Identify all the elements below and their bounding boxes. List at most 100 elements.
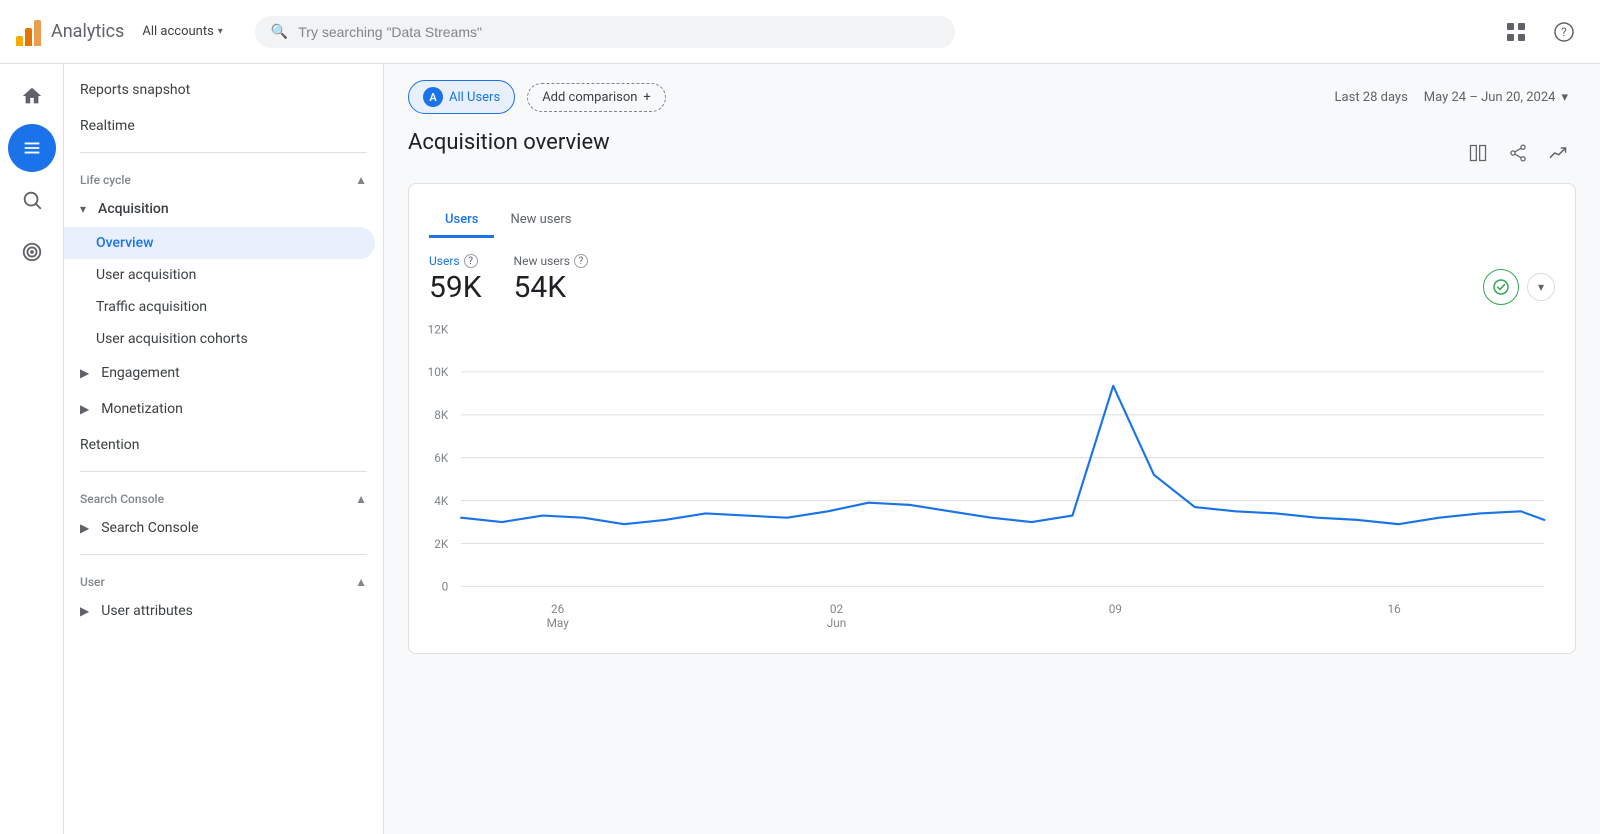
main-content: A All Users Add comparison + Last 28 day… xyxy=(384,64,1600,834)
users-help-icon[interactable]: ? xyxy=(464,254,478,268)
sidebar-item-traffic-acquisition[interactable]: Traffic acquisition xyxy=(64,291,383,323)
sidebar-item-user-acquisition[interactable]: User acquisition xyxy=(64,259,383,291)
chevron-down-icon: ▾ xyxy=(218,26,223,37)
analytics-logo-icon xyxy=(16,18,41,46)
expand-icon-sc: ▶ xyxy=(80,521,89,535)
check-icon-btn[interactable] xyxy=(1483,269,1519,305)
compare-icon-btn[interactable] xyxy=(1460,135,1496,171)
date-range-preset: Last 28 days xyxy=(1335,90,1408,105)
logo-title: Analytics xyxy=(51,21,124,42)
search-box[interactable]: 🔍 xyxy=(255,16,955,48)
metric-new-users-value: 54K xyxy=(514,270,588,305)
account-switcher[interactable]: All accounts ▾ xyxy=(134,20,230,43)
svg-text:?: ? xyxy=(1561,25,1567,39)
help-icon[interactable]: ? xyxy=(1544,12,1584,52)
line-chart-svg: 0 2K 4K 6K 8K 10K 12K 26 May 02 Jun 09 1… xyxy=(429,329,1555,629)
metric-new-users: New users ? 54K xyxy=(514,254,588,305)
nav-divider-3 xyxy=(80,554,367,555)
svg-text:10K: 10K xyxy=(428,365,449,379)
topbar: Analytics All accounts ▾ 🔍 ? xyxy=(0,0,1600,64)
logo-area: Analytics All accounts ▾ xyxy=(16,18,231,46)
chart-tabs: Users New users xyxy=(429,204,1555,238)
svg-text:0: 0 xyxy=(442,580,449,594)
sidebar-item-acquisition[interactable]: ▾ Acquisition xyxy=(64,191,383,227)
svg-text:Jun: Jun xyxy=(827,616,847,630)
add-icon: + xyxy=(643,90,650,105)
sidebar-item-realtime[interactable]: Realtime xyxy=(64,108,383,144)
sidebar-item-engagement[interactable]: ▶ Engagement xyxy=(64,355,383,391)
metric-users: Users ? 59K xyxy=(429,254,482,305)
expand-icon: ▾ xyxy=(80,202,86,216)
svg-text:2K: 2K xyxy=(434,537,449,551)
sidebar-icon-home[interactable] xyxy=(8,72,56,120)
svg-text:8K: 8K xyxy=(434,408,449,422)
sidebar-item-reports-snapshot[interactable]: Reports snapshot xyxy=(64,72,383,108)
svg-text:26: 26 xyxy=(551,602,565,616)
section-lifecycle[interactable]: Life cycle ▲ xyxy=(64,161,383,191)
date-range-value: May 24 – Jun 20, 2024 xyxy=(1424,90,1556,105)
app-layout: Reports snapshot Realtime Life cycle ▲ ▾… xyxy=(0,64,1600,834)
sidebar-icon-explore[interactable] xyxy=(8,176,56,224)
chevron-down-chart: ▾ xyxy=(1538,280,1544,294)
icon-sidebar xyxy=(0,64,64,834)
expand-icon-monetization: ▶ xyxy=(80,402,89,416)
metric-users-value: 59K xyxy=(429,270,482,305)
realtime-label: Realtime xyxy=(80,118,135,134)
expand-icon-engagement: ▶ xyxy=(80,366,89,380)
all-users-avatar: A xyxy=(423,87,443,107)
sidebar-item-search-console[interactable]: ▶ Search Console xyxy=(64,510,383,546)
sidebar-item-user-acquisition-cohorts[interactable]: User acquisition cohorts xyxy=(64,323,383,355)
filter-bar: A All Users Add comparison + Last 28 day… xyxy=(408,80,1576,114)
expand-icon-ua: ▶ xyxy=(80,604,89,618)
metric-new-users-label: New users ? xyxy=(514,254,588,268)
date-range-picker[interactable]: May 24 – Jun 20, 2024 ▾ xyxy=(1416,86,1576,109)
svg-text:May: May xyxy=(547,616,570,630)
sidebar-item-user-attributes[interactable]: ▶ User attributes xyxy=(64,593,383,629)
sidebar-item-overview[interactable]: Overview xyxy=(64,227,375,259)
share-icon-btn[interactable] xyxy=(1500,135,1536,171)
collapse-icon: ▲ xyxy=(355,173,367,187)
search-icon: 🔍 xyxy=(271,24,288,40)
filter-left: A All Users Add comparison + xyxy=(408,80,666,114)
add-comparison-chip[interactable]: Add comparison + xyxy=(527,83,666,112)
all-users-chip[interactable]: A All Users xyxy=(408,80,515,114)
sidebar-item-retention[interactable]: Retention xyxy=(64,427,383,463)
topbar-right: ? xyxy=(1496,12,1584,52)
nav-divider-2 xyxy=(80,471,367,472)
metric-users-label: Users ? xyxy=(429,254,482,268)
trend-icon-btn[interactable] xyxy=(1540,135,1576,171)
sidebar-item-monetization[interactable]: ▶ Monetization xyxy=(64,391,383,427)
collapse-icon-user: ▲ xyxy=(355,575,367,589)
svg-text:02: 02 xyxy=(830,602,844,616)
all-users-label: All Users xyxy=(449,90,500,105)
reports-snapshot-label: Reports snapshot xyxy=(80,82,190,98)
section-search-console[interactable]: Search Console ▲ xyxy=(64,480,383,510)
tab-new-users[interactable]: New users xyxy=(494,204,587,238)
svg-text:6K: 6K xyxy=(434,451,449,465)
svg-text:12K: 12K xyxy=(428,322,449,336)
dropdown-icon-btn[interactable]: ▾ xyxy=(1527,273,1555,301)
svg-text:16: 16 xyxy=(1388,602,1402,616)
page-title: Acquisition overview xyxy=(408,130,610,155)
svg-text:09: 09 xyxy=(1109,602,1122,616)
sidebar-icon-reports[interactable] xyxy=(8,124,56,172)
new-users-help-icon[interactable]: ? xyxy=(574,254,588,268)
filter-right: Last 28 days May 24 – Jun 20, 2024 ▾ xyxy=(1335,86,1576,109)
nav-divider-1 xyxy=(80,152,367,153)
chart-container: 0 2K 4K 6K 8K 10K 12K 26 May 02 Jun 09 1… xyxy=(429,329,1555,633)
tab-users[interactable]: Users xyxy=(429,204,494,238)
section-header-row: Acquisition overview xyxy=(408,130,1576,175)
collapse-icon-sc: ▲ xyxy=(355,492,367,506)
nav-sidebar: Reports snapshot Realtime Life cycle ▲ ▾… xyxy=(64,64,384,834)
sidebar-icon-target[interactable] xyxy=(8,228,56,276)
add-comparison-label: Add comparison xyxy=(542,90,637,105)
section-user[interactable]: User ▲ xyxy=(64,563,383,593)
chart-card: Users New users Users ? 59K New use xyxy=(408,183,1576,654)
apps-icon[interactable] xyxy=(1496,12,1536,52)
metrics-row: Users ? 59K New users ? 54K xyxy=(429,254,1555,305)
chevron-down-date: ▾ xyxy=(1561,90,1568,105)
svg-text:4K: 4K xyxy=(434,494,449,508)
account-label: All accounts xyxy=(142,24,213,39)
search-input[interactable] xyxy=(298,24,939,40)
section-toolbar xyxy=(1460,135,1576,171)
